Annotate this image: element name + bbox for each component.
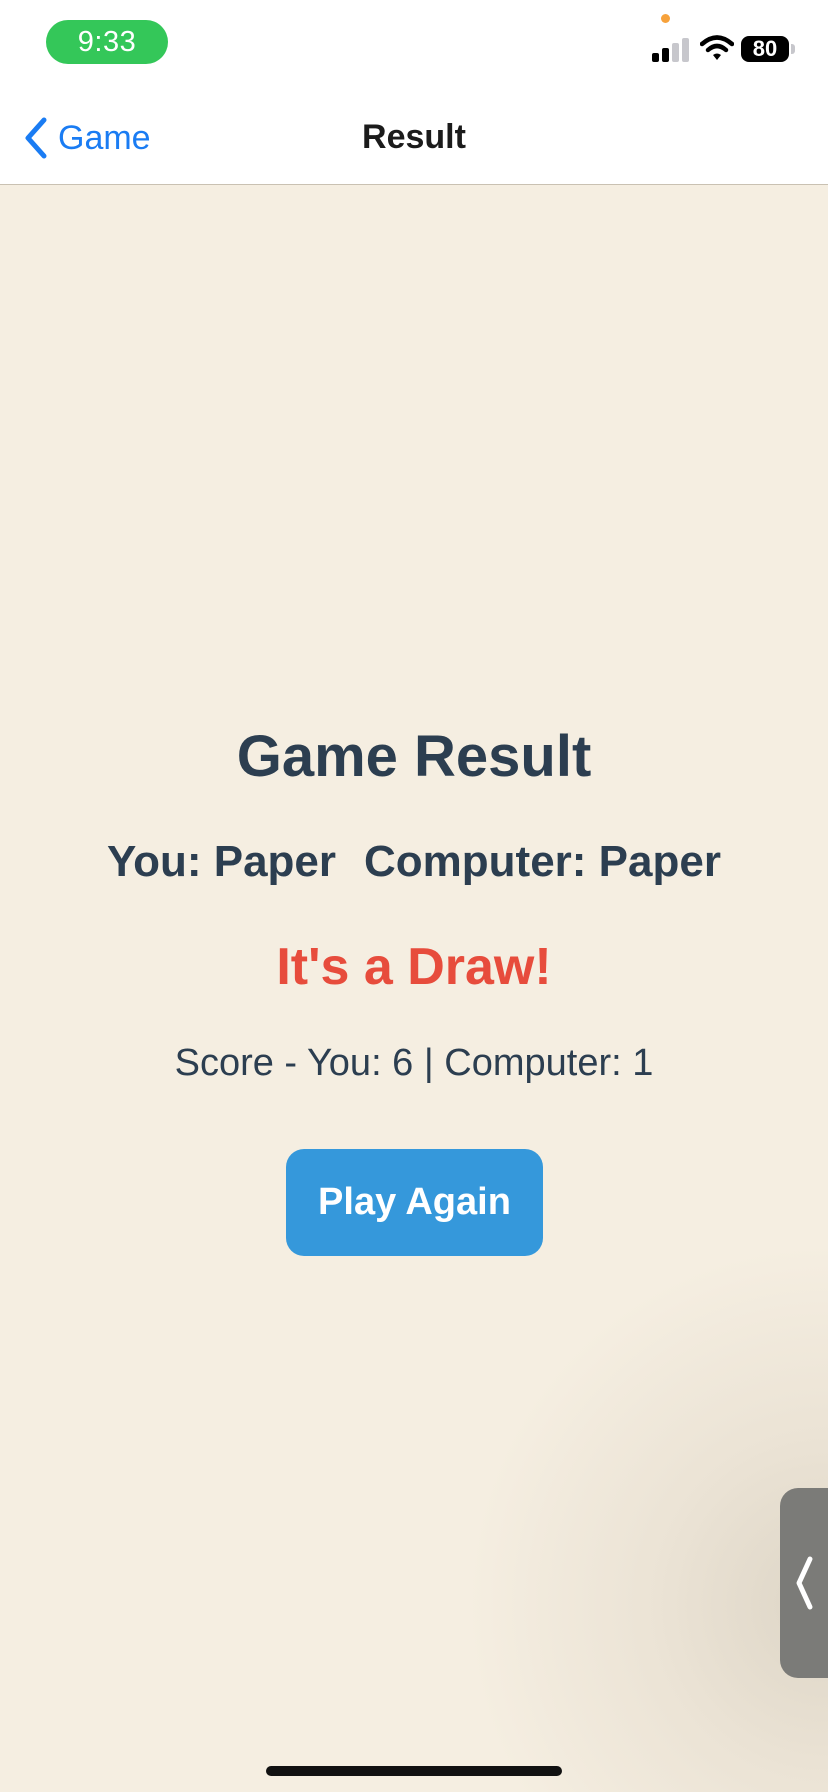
chevron-left-icon bbox=[796, 1556, 813, 1610]
play-again-button[interactable]: Play Again bbox=[286, 1149, 543, 1256]
chevron-left-icon bbox=[25, 117, 47, 159]
home-indicator[interactable] bbox=[266, 1766, 562, 1776]
back-button-label: Game bbox=[58, 118, 151, 157]
battery-level: 80 bbox=[752, 36, 778, 61]
back-button[interactable]: Game bbox=[22, 114, 151, 162]
cellular-signal-icon bbox=[652, 36, 690, 62]
navigation-bar: Result Game bbox=[0, 92, 828, 185]
choices-row: You: Paper Computer: Paper bbox=[0, 837, 828, 887]
side-handle[interactable] bbox=[780, 1488, 828, 1678]
privacy-indicator-dot bbox=[661, 14, 670, 23]
computer-choice: Computer: Paper bbox=[364, 837, 721, 886]
wifi-icon bbox=[700, 35, 734, 60]
result-screen: Game Result You: Paper Computer: Paper I… bbox=[0, 185, 828, 1792]
battery-cap bbox=[791, 44, 795, 54]
status-bar: 9:33 80 bbox=[0, 0, 828, 92]
battery-icon: 80 bbox=[741, 36, 789, 62]
score-text: Score - You: 6 | Computer: 1 bbox=[174, 1042, 654, 1084]
player-choice: You: Paper bbox=[107, 837, 337, 886]
status-time: 9:33 bbox=[46, 20, 168, 64]
outcome-text: It's a Draw! bbox=[276, 938, 552, 996]
result-title: Game Result bbox=[236, 724, 592, 789]
